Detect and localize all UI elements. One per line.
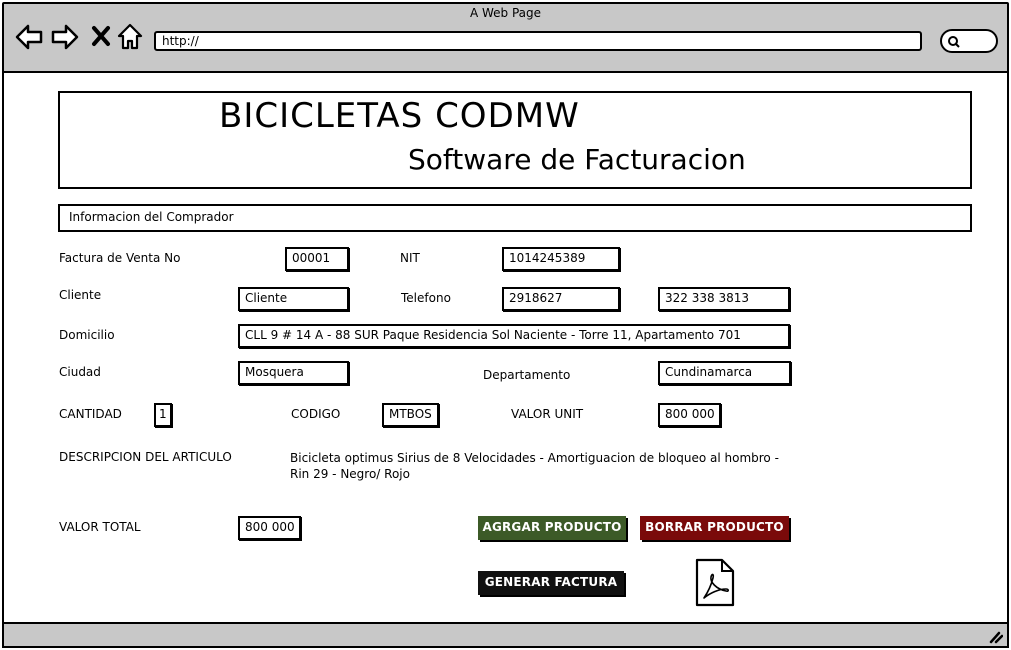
- resize-grip-icon[interactable]: [987, 629, 1004, 648]
- url-bar[interactable]: http://: [154, 31, 922, 51]
- total-field[interactable]: 800 000: [238, 516, 301, 540]
- app-subtitle: Software de Facturacion: [408, 143, 746, 176]
- invoice-number-field[interactable]: 00001: [285, 247, 349, 271]
- city-label: Ciudad: [59, 365, 101, 379]
- browser-search-box[interactable]: [940, 29, 998, 53]
- browser-status-bar: [2, 622, 1009, 648]
- quantity-label: CANTIDAD: [59, 407, 122, 421]
- address-label: Domicilio: [59, 328, 115, 342]
- code-label: CODIGO: [291, 407, 341, 421]
- code-field[interactable]: MTBOS: [382, 403, 439, 427]
- department-label: Departamento: [483, 368, 571, 382]
- invoice-number-label: Factura de Venta No: [59, 251, 181, 265]
- client-field[interactable]: Cliente: [238, 287, 349, 311]
- description-label: DESCRIPCION DEL ARTICULO: [59, 450, 232, 464]
- description-text: Bicicleta optimus Sirius de 8 Velocidade…: [290, 451, 779, 481]
- unit-price-field[interactable]: 800 000: [658, 403, 721, 427]
- city-field[interactable]: Mosquera: [238, 361, 349, 385]
- window-title: A Web Page: [469, 6, 542, 20]
- search-icon: [947, 34, 961, 53]
- add-product-button[interactable]: AGRGAR PRODUCTO: [478, 516, 626, 540]
- nit-label: NIT: [400, 251, 420, 265]
- address-field[interactable]: CLL 9 # 14 A - 88 SUR Paque Residencia S…: [238, 324, 790, 348]
- home-icon[interactable]: [116, 22, 146, 52]
- delete-product-button[interactable]: BORRAR PRODUCTO: [640, 516, 789, 540]
- brand-title: BICICLETAS CODMW: [219, 96, 580, 136]
- phone-field[interactable]: 2918627: [502, 287, 620, 311]
- department-field[interactable]: Cundinamarca: [658, 361, 791, 385]
- total-label: VALOR TOTAL: [59, 520, 141, 534]
- unit-price-label: VALOR UNIT: [511, 407, 584, 421]
- forward-arrow-icon[interactable]: [50, 22, 80, 52]
- phone-label: Telefono: [401, 291, 451, 305]
- buyer-info-section-title: Informacion del Comprador: [58, 204, 972, 232]
- close-icon[interactable]: [88, 22, 118, 52]
- nit-field[interactable]: 1014245389: [502, 247, 620, 271]
- quantity-field[interactable]: 1: [154, 403, 172, 427]
- pdf-icon[interactable]: [694, 558, 736, 608]
- generate-invoice-button[interactable]: GENERAR FACTURA: [478, 571, 624, 595]
- mobile-field[interactable]: 322 338 3813: [658, 287, 790, 311]
- back-arrow-icon[interactable]: [14, 22, 44, 52]
- client-label: Cliente: [59, 288, 102, 302]
